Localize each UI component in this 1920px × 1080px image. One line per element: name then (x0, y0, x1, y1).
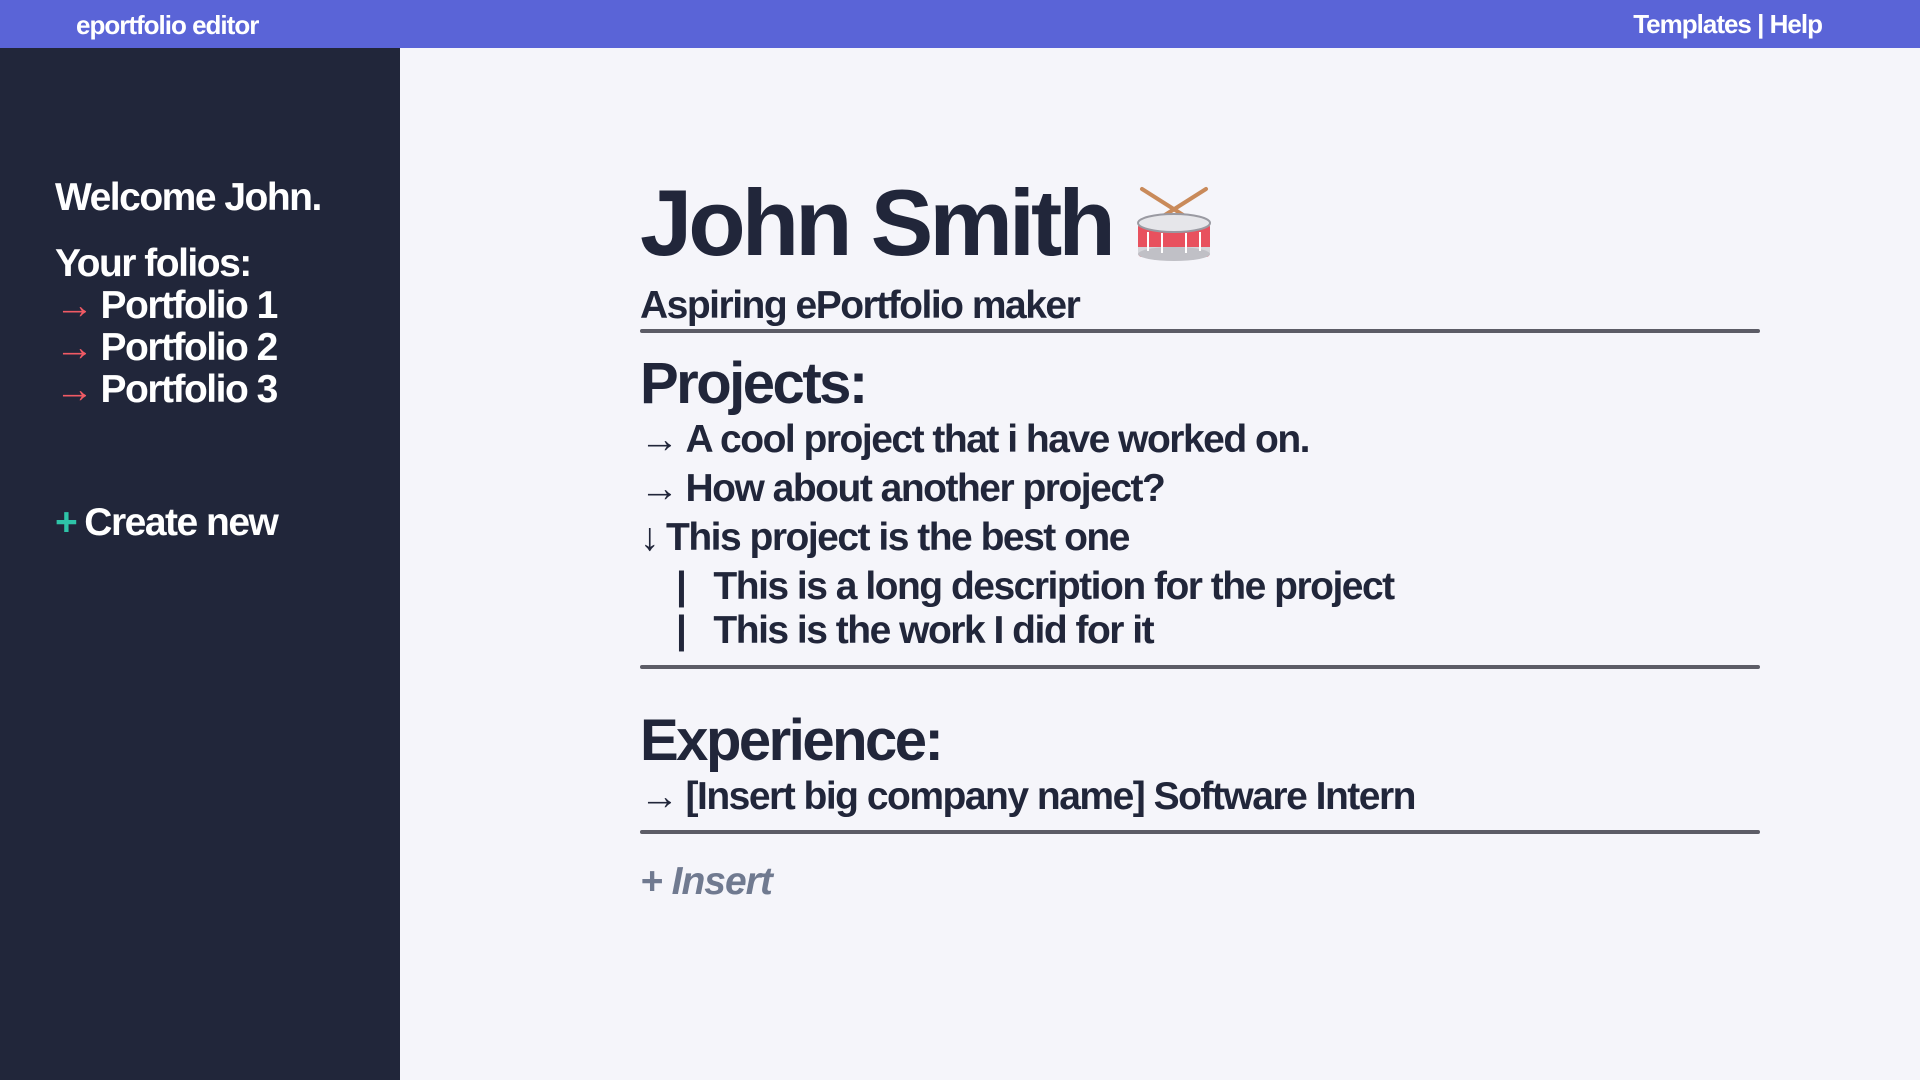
drum-icon (1134, 185, 1214, 268)
portfolio-subtitle[interactable]: Aspiring ePortfolio maker (640, 284, 1081, 328)
arrow-right-icon: → (55, 326, 94, 369)
name-row: John Smith (640, 176, 1214, 270)
detail-bar-icon: | (676, 565, 687, 608)
section-divider (640, 830, 1760, 834)
folio-item-3[interactable]: → Portfolio 3 (55, 368, 279, 411)
folio-item-2[interactable]: → Portfolio 2 (55, 326, 279, 369)
top-nav: Templates | Help (1633, 9, 1823, 40)
folio-label: Portfolio 3 (100, 368, 279, 411)
portfolio-name[interactable]: John Smith (640, 170, 1116, 275)
arrow-right-icon: → (640, 418, 679, 461)
arrow-right-icon: → (640, 467, 679, 510)
folio-label: Portfolio 2 (100, 326, 279, 369)
templates-link[interactable]: Templates (1633, 9, 1752, 39)
detail-text: This is a long description for the proje… (713, 565, 1395, 608)
insert-label: Insert (671, 860, 773, 903)
project-item-2[interactable]: → How about another project? (640, 467, 1166, 511)
project-label: How about another project? (685, 467, 1166, 510)
detail-bar-icon: | (676, 609, 687, 652)
arrow-down-icon: ↓ (640, 516, 660, 559)
plus-icon: + (640, 860, 663, 903)
editor-canvas: John Smith Aspiring ePortfolio maker Pro… (400, 48, 1920, 1080)
folio-label: Portfolio 1 (100, 284, 279, 327)
project-detail-1[interactable]: | This is a long description for the proj… (676, 565, 1395, 609)
section-divider (640, 329, 1760, 333)
project-item-1[interactable]: → A cool project that i have worked on. (640, 418, 1311, 462)
project-detail-2[interactable]: | This is the work I did for it (676, 609, 1155, 653)
arrow-right-icon: → (55, 284, 94, 327)
folio-list: → Portfolio 1 → Portfolio 2 → Portfolio 3 (55, 284, 279, 411)
create-new-button[interactable]: + Create new (55, 501, 279, 545)
project-label: A cool project that i have worked on. (685, 418, 1311, 461)
project-label: This project is the best one (666, 516, 1130, 559)
arrow-right-icon: → (640, 775, 679, 818)
welcome-message: Welcome John. (55, 176, 322, 219)
help-link[interactable]: Help (1770, 9, 1823, 39)
create-new-label: Create new (84, 501, 279, 544)
nav-separator: | (1757, 9, 1764, 39)
sidebar: Welcome John. Your folios: → Portfolio 1 … (0, 48, 400, 1080)
detail-text: This is the work I did for it (713, 609, 1154, 652)
plus-icon: + (55, 501, 78, 544)
projects-heading[interactable]: Projects: (640, 350, 868, 417)
folios-heading: Your folios: (55, 242, 252, 285)
section-divider (640, 665, 1760, 669)
folio-item-1[interactable]: → Portfolio 1 (55, 284, 279, 327)
experience-item-1[interactable]: → [Insert big company name] Software Inte… (640, 775, 1417, 819)
arrow-right-icon: → (55, 368, 94, 411)
experience-heading[interactable]: Experience: (640, 707, 944, 774)
project-item-3[interactable]: ↓ This project is the best one (640, 516, 1130, 560)
insert-button[interactable]: + Insert (640, 860, 773, 904)
experience-label: [Insert big company name] Software Inter… (685, 775, 1417, 818)
app-title: eportfolio editor (76, 10, 259, 40)
top-bar: eportfolio editor Templates | Help (0, 0, 1920, 48)
